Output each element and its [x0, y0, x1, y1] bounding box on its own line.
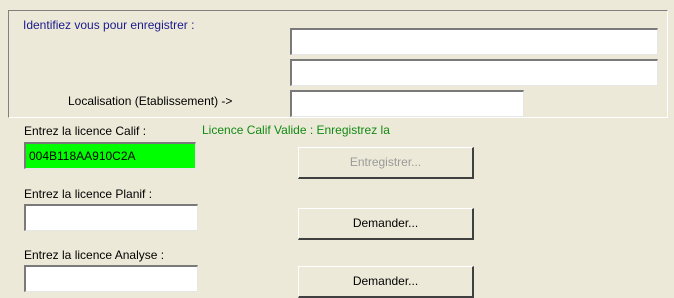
register-button[interactable]: Entregistrer...	[298, 147, 474, 179]
identify-line2-input[interactable]	[290, 59, 658, 86]
planif-license-input[interactable]	[24, 204, 198, 231]
location-input[interactable]	[290, 90, 524, 117]
analyse-license-label: Entrez la licence Analyse :	[24, 248, 165, 262]
analyse-request-button[interactable]: Demander...	[298, 266, 474, 298]
location-label: Localisation (Etablissement) ->	[68, 94, 233, 108]
calif-license-label: Entrez la licence Calif :	[24, 124, 147, 138]
planif-license-label: Entrez la licence Planif :	[24, 187, 153, 201]
analyse-license-input[interactable]	[24, 265, 198, 292]
identify-line1-input[interactable]	[290, 28, 658, 55]
calif-license-status: Licence Calif Valide : Enregistrez la	[202, 123, 390, 137]
calif-license-input[interactable]	[24, 142, 196, 169]
identify-prompt: Identifiez vous pour enregistrer :	[23, 18, 195, 32]
planif-request-button[interactable]: Demander...	[298, 208, 474, 240]
